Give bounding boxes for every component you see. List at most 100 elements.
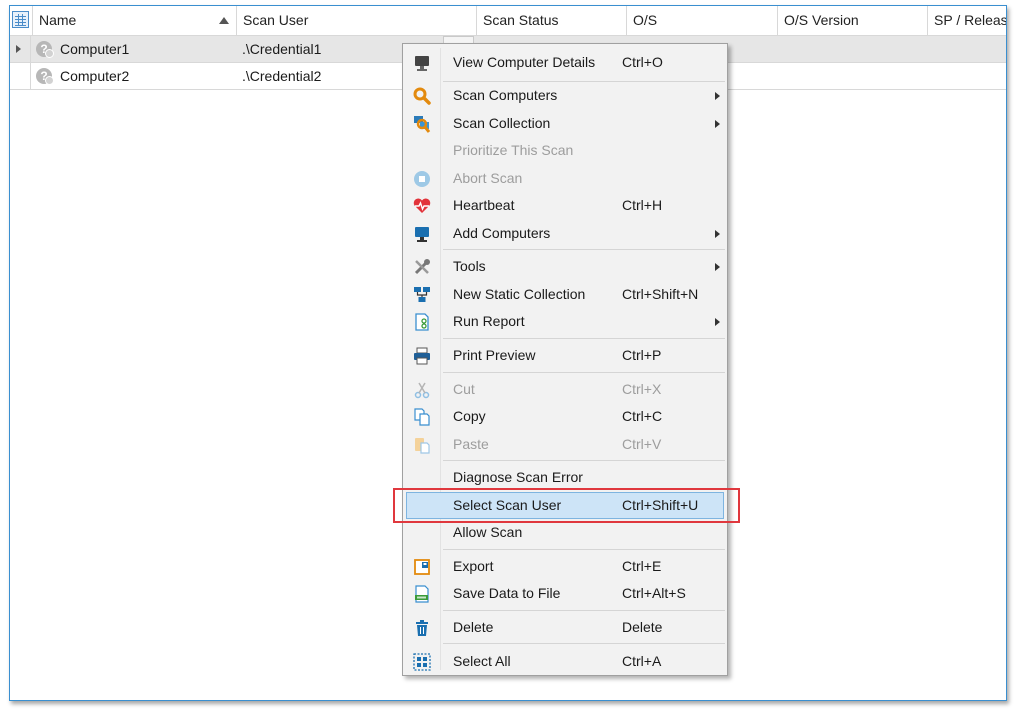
- submenu-arrow-icon: [715, 92, 720, 100]
- column-header-os-version[interactable]: O/S Version: [778, 6, 928, 35]
- menu-item-run-report[interactable]: Run Report: [406, 308, 724, 335]
- monitor-icon: [415, 56, 429, 71]
- menu-item-diagnose-scan-error[interactable]: Diagnose Scan Error: [406, 464, 724, 491]
- menu-item-label: Diagnose Scan Error: [453, 469, 583, 485]
- menu-item-shortcut: Ctrl+Shift+N: [622, 286, 699, 302]
- menu-item-shortcut: Ctrl+H: [622, 197, 663, 213]
- column-chooser-button[interactable]: [10, 6, 33, 35]
- menu-item-scan-computers[interactable]: Scan Computers: [406, 82, 724, 109]
- menu-item-label: Paste: [453, 436, 489, 452]
- cell-scan-user: .\Credential2: [242, 68, 322, 84]
- paste-icon: [415, 438, 430, 454]
- menu-item-abort-scan[interactable]: Abort Scan: [406, 165, 724, 192]
- menu-item-allow-scan[interactable]: Allow Scan: [406, 519, 724, 546]
- menu-item-copy[interactable]: Copy Ctrl+C: [406, 403, 724, 430]
- menu-item-label: New Static Collection: [453, 286, 586, 302]
- menu-item-shortcut: Delete: [622, 619, 663, 635]
- column-header-os[interactable]: O/S: [627, 6, 778, 35]
- report-icon: [415, 313, 429, 331]
- scissors-icon: [414, 382, 430, 399]
- menu-item-prioritize-this-scan[interactable]: Prioritize This Scan: [406, 137, 724, 164]
- menu-separator: [443, 460, 725, 461]
- menu-item-delete[interactable]: Delete Delete: [406, 614, 724, 641]
- select-all-icon: [413, 653, 431, 671]
- copy-icon: [414, 408, 430, 426]
- column-label: Name: [39, 12, 77, 28]
- submenu-arrow-icon: [715, 263, 720, 271]
- column-label: Scan Status: [483, 12, 559, 28]
- menu-item-label: Cut: [453, 381, 475, 397]
- menu-item-shortcut: Ctrl+O: [622, 54, 663, 70]
- row-divider: [30, 36, 31, 62]
- submenu-arrow-icon: [715, 230, 720, 238]
- tools-icon: [414, 259, 430, 275]
- export-icon: [414, 559, 430, 575]
- menu-item-heartbeat[interactable]: Heartbeat Ctrl+H: [406, 192, 724, 219]
- menu-item-label: Tools: [453, 258, 486, 274]
- menu-item-shortcut: Ctrl+E: [622, 558, 662, 574]
- sort-ascending-icon: [219, 17, 229, 24]
- column-label: O/S: [633, 12, 658, 28]
- add-computer-icon: [415, 227, 429, 242]
- unknown-status-icon: ?: [36, 41, 54, 58]
- menu-item-view-computer-details[interactable]: View Computer Details Ctrl+O: [406, 49, 724, 76]
- heart-icon: [413, 198, 431, 213]
- menu-item-cut[interactable]: Cut Ctrl+X: [406, 376, 724, 403]
- menu-item-export[interactable]: Export Ctrl+E: [406, 553, 724, 580]
- cell-scan-user: .\Credential1: [242, 41, 322, 57]
- menu-item-select-all[interactable]: Select All Ctrl+A: [406, 648, 724, 675]
- printer-icon: [414, 347, 430, 365]
- menu-item-label: Select All: [453, 653, 511, 669]
- row-divider: [30, 63, 31, 89]
- submenu-arrow-icon: [715, 120, 720, 128]
- menu-item-paste[interactable]: Paste Ctrl+V: [406, 431, 724, 458]
- cell-name: Computer1: [60, 41, 130, 57]
- expand-arrow-icon[interactable]: [16, 45, 21, 53]
- column-label: Scan User: [243, 12, 309, 28]
- submenu-arrow-icon: [715, 318, 720, 326]
- menu-item-print-preview[interactable]: Print Preview Ctrl+P: [406, 342, 724, 369]
- column-header-sp-release[interactable]: SP / Releas: [928, 6, 1007, 35]
- menu-item-add-computers[interactable]: Add Computers: [406, 220, 724, 247]
- menu-item-shortcut: Ctrl+C: [622, 408, 663, 424]
- menu-item-label: Print Preview: [453, 347, 536, 363]
- menu-item-label: Save Data to File: [453, 585, 561, 601]
- menu-item-save-data-to-file[interactable]: Save Data to File Ctrl+Alt+S: [406, 580, 724, 607]
- menu-separator: [443, 372, 725, 373]
- menu-item-label: Prioritize This Scan: [453, 142, 574, 158]
- menu-item-label: Delete: [453, 619, 494, 635]
- menu-item-label: Copy: [453, 408, 486, 424]
- menu-separator: [443, 643, 725, 644]
- column-label: SP / Releas: [934, 12, 1007, 28]
- network-icon: [414, 287, 430, 302]
- grid-icon: [12, 11, 29, 28]
- column-header-scan-user[interactable]: Scan User: [237, 6, 477, 35]
- menu-item-label: Scan Collection: [453, 115, 551, 131]
- menu-item-label: Abort Scan: [453, 170, 523, 186]
- scan-collection-icon: [414, 116, 431, 133]
- menu-item-label: Export: [453, 558, 494, 574]
- menu-item-tools[interactable]: Tools: [406, 253, 724, 280]
- menu-item-shortcut: Ctrl+X: [622, 381, 662, 397]
- menu-item-new-static-collection[interactable]: New Static Collection Ctrl+Shift+N: [406, 281, 724, 308]
- highlight-callout-box: [393, 488, 740, 523]
- menu-item-shortcut: Ctrl+Alt+S: [622, 585, 686, 601]
- menu-item-shortcut: Ctrl+V: [622, 436, 662, 452]
- csv-file-icon: [415, 585, 429, 603]
- column-label: O/S Version: [784, 12, 859, 28]
- trash-icon: [416, 620, 428, 636]
- menu-item-label: Run Report: [453, 313, 525, 329]
- menu-separator: [443, 610, 725, 611]
- menu-separator: [443, 549, 725, 550]
- column-header-name[interactable]: Name: [33, 6, 237, 35]
- menu-separator: [443, 249, 725, 250]
- menu-item-shortcut: Ctrl+P: [622, 347, 662, 363]
- cell-name: Computer2: [60, 68, 130, 84]
- menu-item-label: Allow Scan: [453, 524, 523, 540]
- menu-item-scan-collection[interactable]: Scan Collection: [406, 110, 724, 137]
- menu-separator: [443, 338, 725, 339]
- column-header-scan-status[interactable]: Scan Status: [477, 6, 627, 35]
- menu-item-label: Scan Computers: [453, 87, 558, 103]
- unknown-status-icon: ?: [36, 68, 54, 85]
- context-menu: View Computer Details Ctrl+O Scan Comput…: [402, 43, 728, 676]
